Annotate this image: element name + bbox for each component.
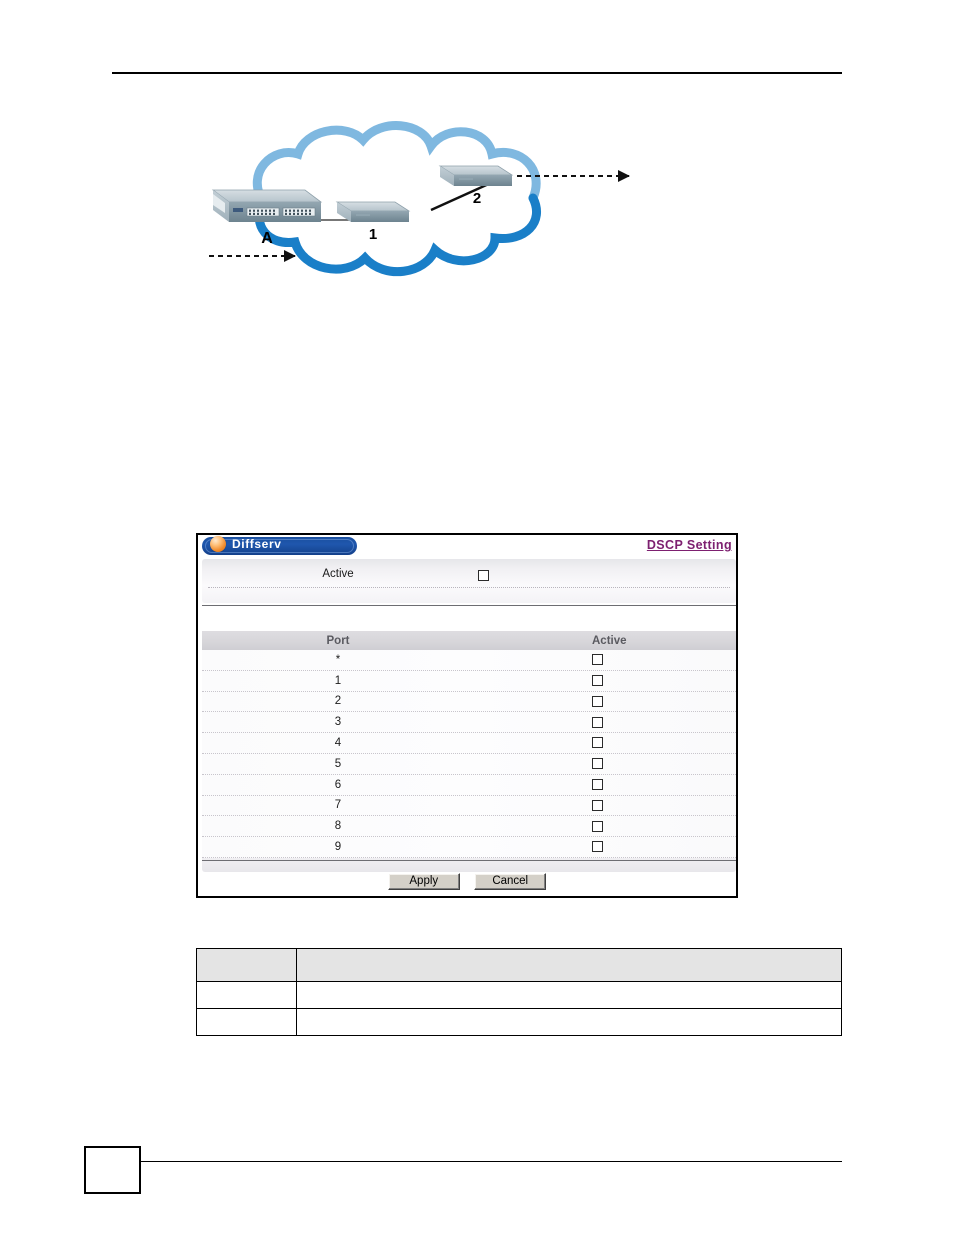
- description-text-cell: [296, 1008, 842, 1036]
- description-text-cell: [296, 981, 842, 1009]
- port-active-checkbox[interactable]: [592, 820, 603, 832]
- description-col-description-header: [296, 948, 842, 982]
- port-number-cell: 8: [334, 820, 342, 833]
- port-active-cell: [474, 755, 736, 773]
- button-bar: Apply Cancel: [198, 871, 736, 890]
- device-label-1: 1: [369, 226, 377, 243]
- column-header-port: Port: [326, 634, 350, 647]
- port-active-cell: [474, 796, 736, 814]
- active-form-band: Active: [202, 559, 736, 603]
- description-table-body: [196, 981, 842, 1036]
- port-table-row: 9: [202, 837, 736, 858]
- port-active-cell: [474, 817, 736, 835]
- port-table-row: 6: [202, 774, 736, 796]
- port-number-cell: 1: [334, 674, 342, 687]
- page-footer-rule: [141, 1161, 842, 1162]
- column-header-active: Active: [592, 634, 627, 647]
- port-table-row: 5: [202, 753, 736, 775]
- port-table-row: 2: [202, 691, 736, 713]
- port-table-body: * 1 2 3 4 5 6 7 8 9: [202, 650, 736, 858]
- active-form-row: Active: [202, 565, 736, 585]
- port-number-cell: 3: [334, 716, 342, 729]
- port-active-cell: [474, 672, 736, 690]
- port-active-cell: [474, 651, 736, 669]
- port-active-cell: [474, 692, 736, 710]
- port-number-cell: 2: [334, 695, 342, 708]
- port-table-header: Port Active: [202, 631, 736, 650]
- description-table-header-row: [196, 948, 842, 982]
- port-active-checkbox[interactable]: [592, 716, 603, 728]
- port-active-checkbox[interactable]: [592, 695, 603, 707]
- port-number-cell: 4: [334, 737, 342, 750]
- orange-orb-icon: [210, 536, 226, 552]
- page-number-box: [84, 1146, 141, 1194]
- panel-title: Diffserv: [232, 537, 282, 551]
- port-active-cell: [474, 838, 736, 856]
- device-node-a: [211, 189, 323, 222]
- device-node-1: [335, 201, 411, 222]
- description-table: [196, 948, 842, 1036]
- form-band-divider: [208, 587, 730, 588]
- port-number-cell: *: [335, 653, 341, 666]
- port-number-cell: 6: [334, 778, 342, 791]
- device-label-a: A: [261, 230, 273, 247]
- port-active-table: Port Active * 1 2 3 4 5 6 7 8 9: [202, 631, 736, 872]
- port-table-row: 8: [202, 816, 736, 838]
- port-table-row: *: [202, 650, 736, 671]
- port-active-checkbox[interactable]: [592, 654, 603, 666]
- port-table-row: 4: [202, 733, 736, 754]
- port-active-cell: [474, 776, 736, 794]
- page-header-rule: [112, 72, 842, 74]
- port-table-row: 1: [202, 670, 736, 692]
- port-active-checkbox[interactable]: [592, 758, 603, 770]
- panel-section-rule: [202, 605, 736, 606]
- port-active-checkbox[interactable]: [592, 778, 603, 790]
- link-1-to-2: [430, 180, 494, 212]
- apply-button[interactable]: Apply: [387, 873, 460, 890]
- port-table-row: 7: [202, 795, 736, 817]
- global-active-checkbox[interactable]: [478, 570, 489, 582]
- port-active-checkbox[interactable]: [592, 799, 603, 811]
- network-topology-figure: 1 2 A: [195, 110, 655, 310]
- port-active-checkbox[interactable]: [592, 737, 603, 749]
- port-table-row: 3: [202, 712, 736, 734]
- port-number-cell: 5: [334, 757, 342, 770]
- port-active-checkbox[interactable]: [592, 841, 603, 853]
- description-label-cell: [196, 1008, 297, 1036]
- cancel-button[interactable]: Cancel: [474, 873, 547, 890]
- port-number-cell: 7: [334, 799, 342, 812]
- dscp-setting-link[interactable]: DSCP Setting: [647, 538, 732, 552]
- description-table-row: [196, 1008, 842, 1036]
- device-node-2: [438, 165, 514, 186]
- description-col-label-header: [196, 948, 297, 982]
- port-active-cell: [474, 734, 736, 752]
- description-table-row: [196, 981, 842, 1009]
- button-bar-rule: [202, 860, 736, 861]
- port-number-cell: 9: [334, 841, 342, 854]
- active-checkbox-cell: [478, 567, 489, 585]
- device-label-2: 2: [473, 190, 481, 207]
- panel-titlebar: Diffserv DSCP Setting: [198, 535, 736, 557]
- port-active-checkbox[interactable]: [592, 674, 603, 686]
- diffserv-panel: Diffserv DSCP Setting Active Port Active…: [196, 533, 738, 898]
- active-label: Active: [322, 568, 354, 580]
- description-label-cell: [196, 981, 297, 1009]
- port-active-cell: [474, 713, 736, 731]
